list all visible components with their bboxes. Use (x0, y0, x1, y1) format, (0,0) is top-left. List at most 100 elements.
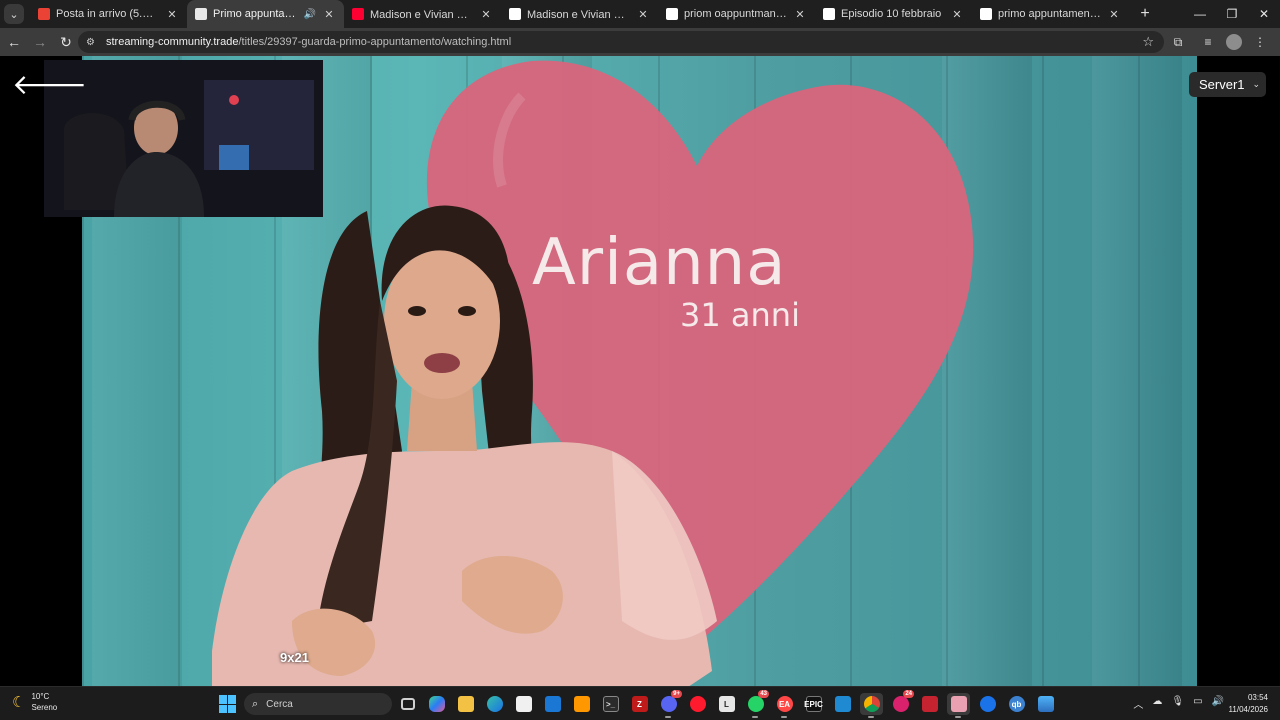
volume-icon[interactable]: 🔊 (1212, 696, 1224, 711)
restore-icon[interactable]: ❐ (1216, 0, 1248, 28)
edge-icon[interactable] (483, 693, 506, 715)
store-icon[interactable] (512, 693, 535, 715)
ea-icon[interactable]: EA (773, 693, 796, 718)
search-icon: ⌕ (252, 697, 259, 710)
weather-temperature: 10°C (31, 692, 50, 701)
server-select[interactable]: Server1 ⌄ (1189, 72, 1266, 97)
epic-games-icon[interactable]: EPIC (802, 693, 825, 715)
windows-taskbar: ☾ 10°C Sereno ⌕ Cerca >_ Z 9+ L 43 EA EP… (0, 686, 1280, 720)
new-tab-button[interactable]: + (1133, 2, 1157, 26)
opera-icon[interactable] (686, 693, 709, 715)
tab-title: Madison e Vivian 💗💗💗 | Pr (527, 8, 630, 21)
outlook-icon[interactable] (541, 693, 564, 715)
chatgpt-icon (666, 8, 678, 20)
tab-title: Primo appuntamento - Seri (213, 8, 298, 20)
browser-toolbar: ← → ↻ ⚙ streaming-community.trade/titles… (0, 28, 1280, 56)
sublime-icon[interactable] (570, 693, 593, 715)
discord-badge: 9+ (671, 690, 682, 698)
tab-close-icon[interactable]: ✕ (322, 8, 336, 21)
episode-label: 9x21 (280, 650, 309, 665)
tab-close-icon[interactable]: ✕ (793, 8, 807, 21)
browser-tab[interactable]: Madison e Vivian 💗💗💗 | Pr ✕ (344, 0, 501, 28)
search-placeholder: Cerca (266, 698, 293, 710)
qbittorrent-icon[interactable]: qb (1005, 693, 1028, 715)
tab-audio-icon[interactable]: 🔊 (304, 9, 316, 20)
tiktok-icon (980, 8, 992, 20)
opera-gx-icon[interactable]: 24 (889, 690, 914, 715)
tab-close-icon[interactable]: ✕ (165, 8, 179, 21)
tab-close-icon[interactable]: ✕ (479, 8, 493, 21)
video-player[interactable]: Arianna 31 anni 9x21 Server1 ⌄ (0, 56, 1280, 686)
steam-icon[interactable] (976, 693, 999, 715)
media-control-icon[interactable]: ≡ (1196, 30, 1220, 54)
minimize-icon[interactable]: — (1184, 0, 1216, 28)
discord-icon[interactable]: 9+ (657, 690, 682, 718)
window-controls: — ❐ ✕ (1184, 0, 1280, 28)
taskbar-clock[interactable]: 03:54 11/04/2026 (1229, 692, 1268, 716)
whatsapp-icon[interactable]: 43 (744, 690, 769, 718)
news-icon[interactable] (918, 693, 941, 715)
contestant-figure (212, 205, 717, 686)
server-select-value: Server1 (1199, 77, 1245, 92)
menu-icon[interactable]: ⋮ (1248, 30, 1272, 54)
launcher-icon[interactable]: L (715, 693, 738, 715)
chatgpt-icon (823, 8, 835, 20)
extensions-icon[interactable]: ⧉ (1166, 30, 1190, 54)
site-info-icon[interactable]: ⚙ (86, 37, 102, 48)
file-explorer-icon[interactable] (454, 693, 477, 715)
tab-title: Episodio 10 febbraio (841, 8, 942, 20)
browser-tab[interactable]: Posta in arrivo (5.927) - domeni ✕ (30, 0, 187, 28)
weather-condition: Sereno (31, 703, 58, 712)
browser-tab[interactable]: Madison e Vivian 💗💗💗 | Pr ✕ (501, 0, 658, 28)
pen-tool-icon[interactable] (947, 693, 970, 718)
tab-close-icon[interactable]: ✕ (950, 8, 964, 21)
tab-close-icon[interactable]: ✕ (1107, 8, 1121, 21)
gmail-icon (38, 8, 50, 20)
tab-search-icon[interactable]: ⌄ (4, 4, 24, 24)
system-tray: ︿ ☁ 🎙 ▭ 🔊 (1133, 696, 1224, 711)
whatsapp-badge: 43 (758, 690, 769, 698)
clock-date: 11/04/2026 (1228, 705, 1268, 714)
start-button[interactable] (219, 695, 237, 713)
youtube-icon (352, 8, 364, 20)
wood-plank (1092, 56, 1182, 686)
microphone-icon[interactable]: 🎙 (1171, 696, 1184, 711)
address-bar[interactable]: ⚙ streaming-community.trade/titles/29397… (78, 31, 1164, 53)
browser-tab[interactable]: Episodio 10 febbraio ✕ (815, 0, 972, 28)
url-text: streaming-community.trade/titles/29397-g… (106, 36, 511, 48)
browser-tab[interactable]: priom oappuntmaneto program ✕ (658, 0, 815, 28)
close-window-icon[interactable]: ✕ (1248, 0, 1280, 28)
tab-title: priom oappuntmaneto program (684, 8, 787, 20)
back-button[interactable]: ← (2, 30, 26, 54)
browser-tab[interactable]: primo appuntamento (@primo ✕ (972, 0, 1129, 28)
opera-badge: 24 (903, 690, 914, 698)
weather-widget[interactable]: ☾ 10°C Sereno (12, 691, 57, 713)
profile-avatar[interactable] (1226, 34, 1242, 50)
terminal-icon[interactable]: >_ (599, 693, 622, 715)
filezilla-icon[interactable]: Z (628, 693, 651, 715)
task-view-icon[interactable] (396, 693, 419, 715)
chevron-down-icon: ⌄ (1252, 79, 1261, 89)
bookmark-star-icon[interactable]: ☆ (1142, 34, 1154, 50)
google-icon (509, 8, 521, 20)
moon-icon: ☾ (12, 694, 26, 711)
browser-tab[interactable]: Primo appuntamento - Seri 🔊 ✕ (187, 0, 344, 28)
chevron-up-icon[interactable]: ︿ (1133, 696, 1143, 711)
reload-button[interactable]: ↻ (54, 30, 78, 54)
url-path: /titles/29397-guarda-primo-appuntamento/… (238, 36, 512, 48)
toolbar-actions: ⧉ ≡ ⋮ (1166, 30, 1272, 54)
vscode-icon[interactable] (831, 693, 854, 715)
tab-list: Posta in arrivo (5.927) - domeni✕Primo a… (30, 0, 1129, 28)
copilot-icon[interactable] (425, 693, 448, 715)
monitor-icon[interactable]: ▭ (1193, 696, 1202, 711)
tab-close-icon[interactable]: ✕ (636, 8, 650, 21)
photos-icon[interactable] (1034, 693, 1057, 715)
browser-tab-strip: ⌄ Posta in arrivo (5.927) - domeni✕Primo… (0, 0, 1280, 28)
taskbar-apps: >_ Z 9+ L 43 EA EPIC 24 qb (396, 690, 1057, 718)
chrome-icon[interactable] (860, 693, 883, 718)
cloud-icon[interactable]: ☁ (1152, 696, 1162, 711)
site-icon (195, 8, 207, 20)
forward-button[interactable]: → (28, 30, 52, 54)
taskbar-search[interactable]: ⌕ Cerca (244, 693, 392, 715)
back-arrow-icon[interactable]: 🡐 (12, 71, 87, 100)
